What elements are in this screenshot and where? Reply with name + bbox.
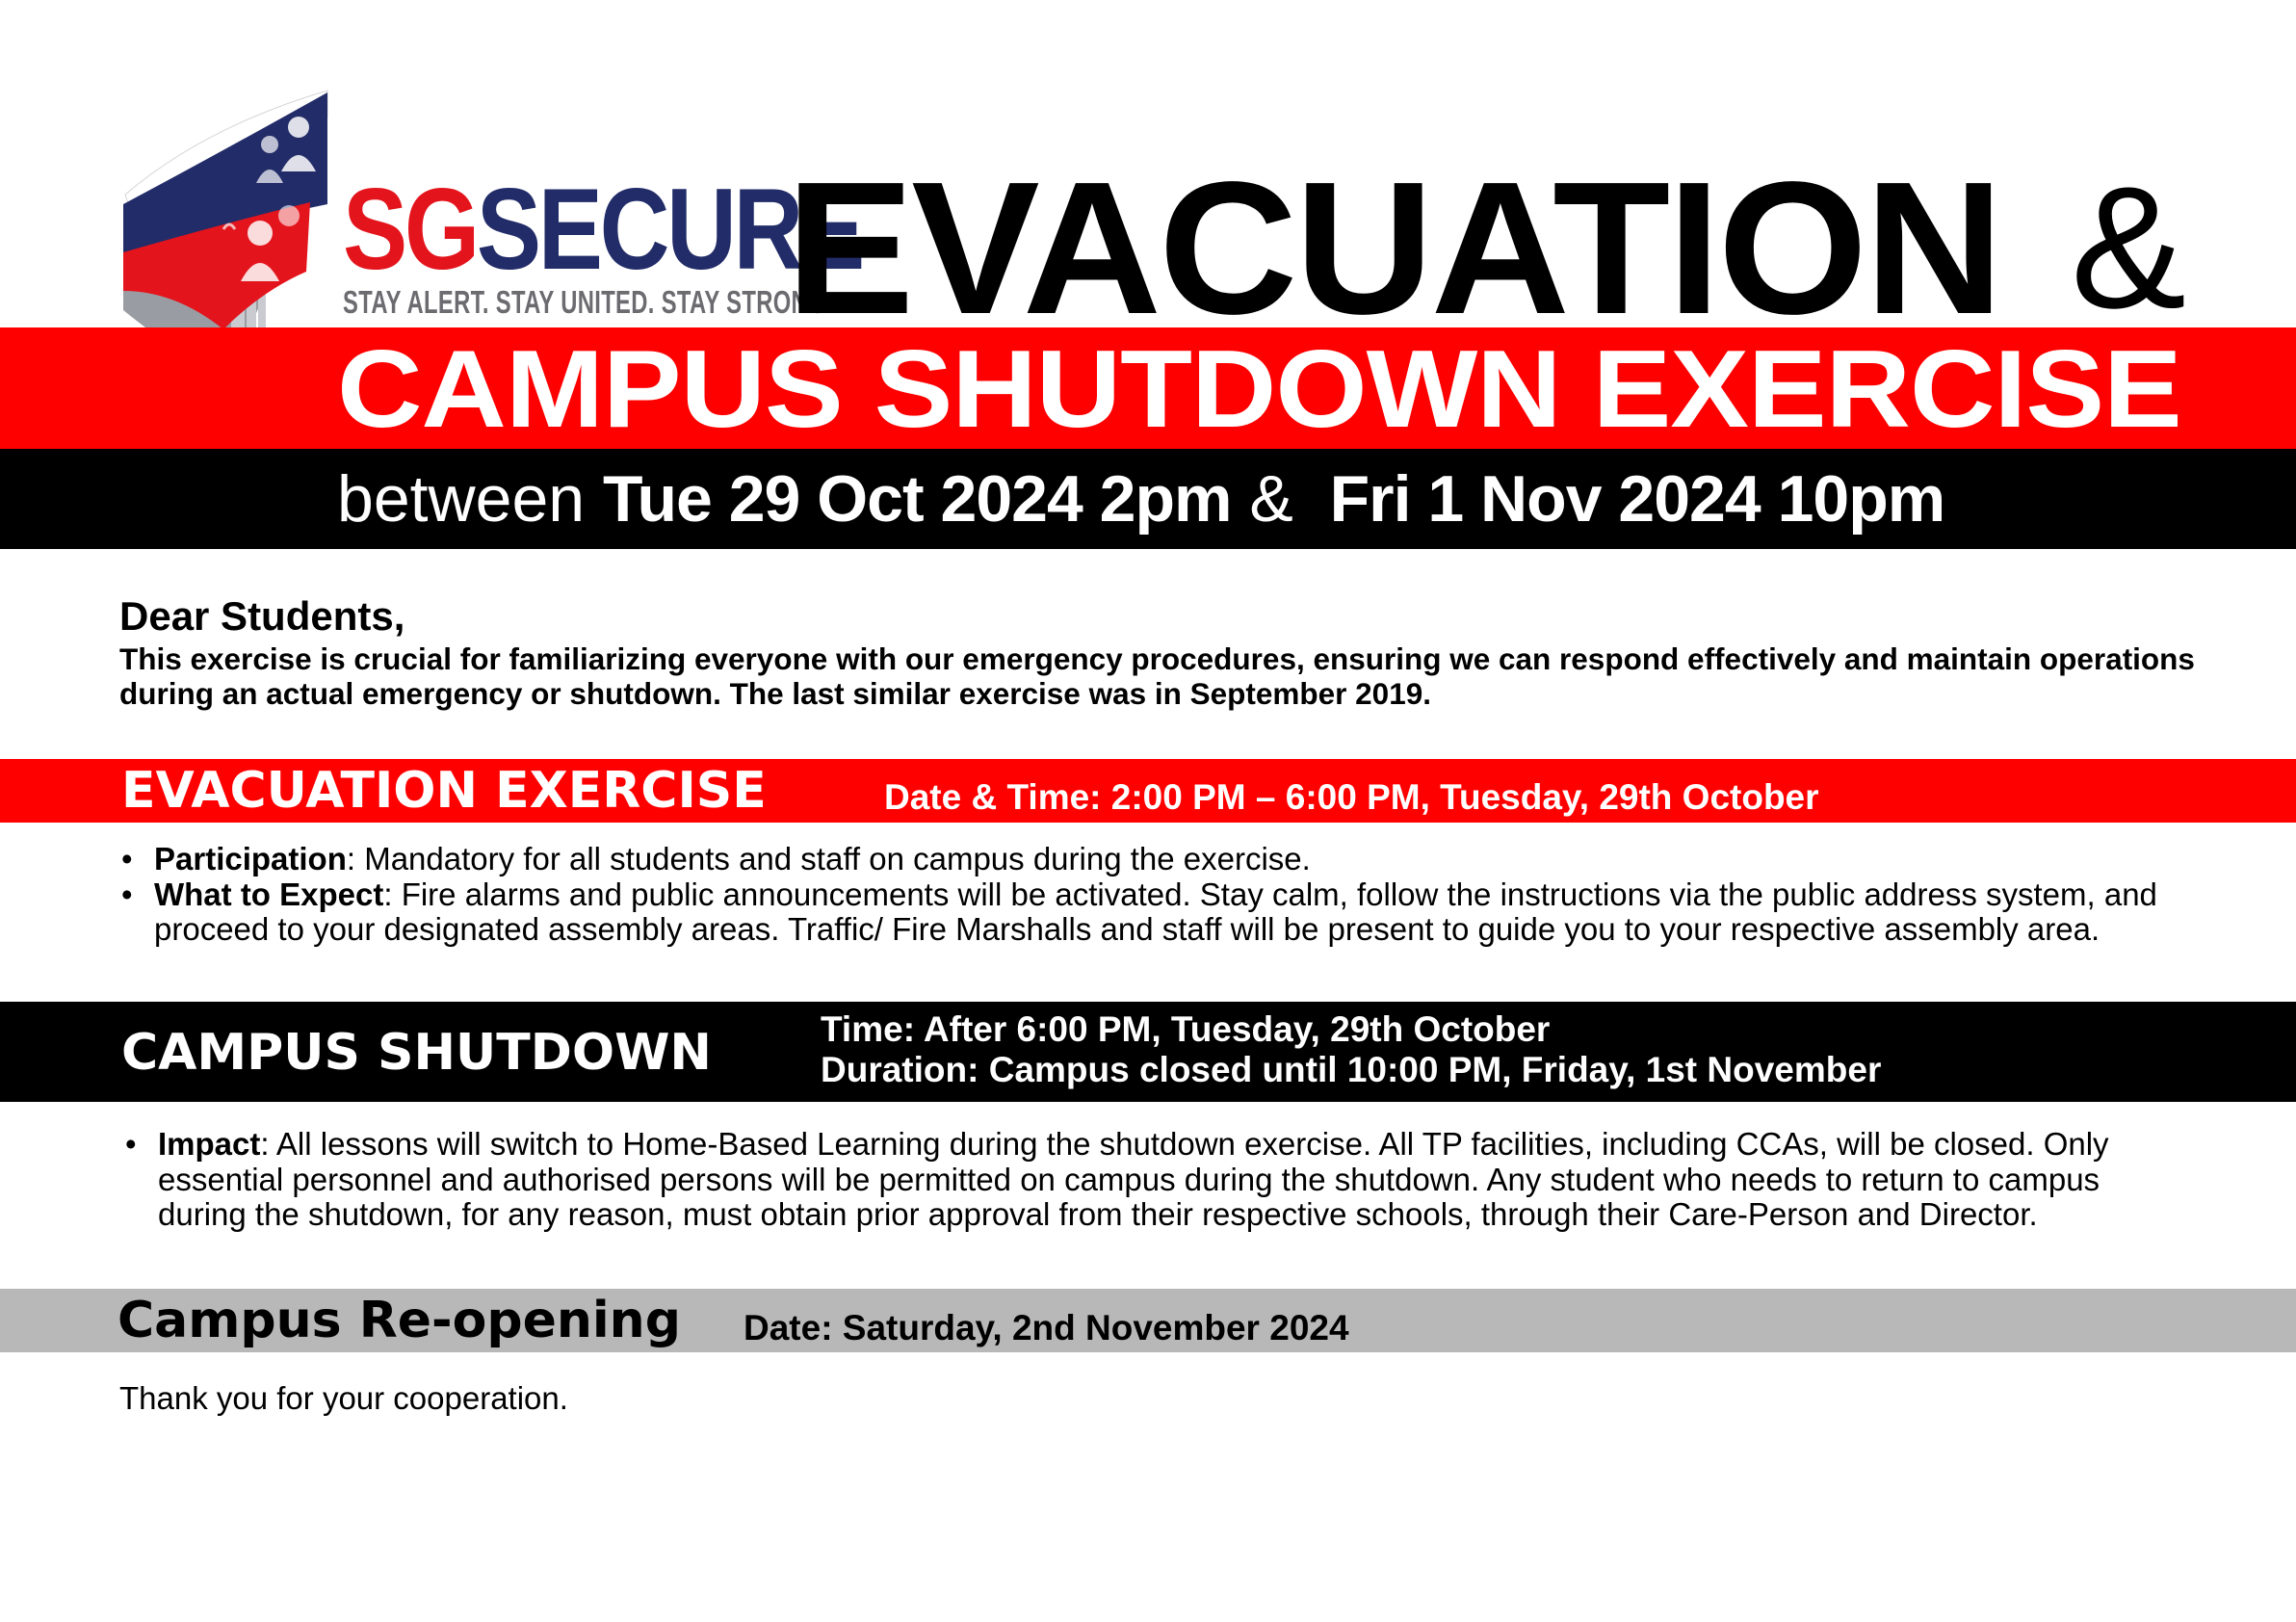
brand-sg: SG bbox=[343, 165, 480, 294]
exercise-date-range: between Tue 29 Oct 2024 2pm & Fri 1 Nov … bbox=[337, 460, 1946, 537]
list-item-text: : All lessons will switch to Home-Based … bbox=[158, 1126, 2109, 1232]
closing-note: Thank you for your cooperation. bbox=[119, 1380, 568, 1416]
intro-paragraph: This exercise is crucial for familiarizi… bbox=[119, 641, 2195, 711]
list-item-text: : Mandatory for all students and staff o… bbox=[346, 841, 1311, 876]
list-item-participation: Participation: Mandatory for all student… bbox=[119, 841, 2190, 877]
date-joiner: & bbox=[1249, 462, 1293, 536]
reopening-section-title: Campus Re-opening bbox=[117, 1292, 681, 1349]
evacuation-section-title: EVACUATION EXERCISE bbox=[121, 762, 767, 820]
list-item-what-to-expect: What to Expect: Fire alarms and public a… bbox=[119, 876, 2190, 948]
sgsecure-wordmark: SGSECURE bbox=[343, 171, 865, 287]
list-item-label: Impact bbox=[158, 1126, 261, 1162]
evacuation-details-list: Participation: Mandatory for all student… bbox=[119, 841, 2190, 948]
shutdown-schedule: Time: After 6:00 PM, Tuesday, 29th Octob… bbox=[821, 1009, 1881, 1090]
list-item-label: Participation bbox=[154, 841, 347, 876]
shutdown-time: Time: After 6:00 PM, Tuesday, 29th Octob… bbox=[821, 1009, 1551, 1049]
headline-evacuation: EVACUATION bbox=[786, 143, 2004, 353]
reopening-date: Date: Saturday, 2nd November 2024 bbox=[744, 1308, 1349, 1347]
list-item-text: : Fire alarms and public announcements w… bbox=[154, 876, 2157, 947]
greeting: Dear Students, bbox=[119, 593, 405, 639]
date-end: Fri 1 Nov 2024 10pm bbox=[1329, 462, 1946, 536]
shutdown-details-list: Impact: All lessons will switch to Home-… bbox=[123, 1126, 2194, 1233]
list-item-impact: Impact: All lessons will switch to Home-… bbox=[123, 1126, 2194, 1233]
date-start: Tue 29 Oct 2024 2pm bbox=[603, 462, 1232, 536]
date-prefix: between bbox=[337, 462, 586, 536]
headline-ampersand: & bbox=[2071, 151, 2187, 345]
headline-campus-shutdown: CAMPUS SHUTDOWN EXERCISE bbox=[337, 328, 2182, 451]
shutdown-section-title: CAMPUS SHUTDOWN bbox=[121, 1024, 712, 1082]
list-item-label: What to Expect bbox=[154, 876, 384, 912]
logo-tagline: STAY ALERT. STAY UNITED. STAY STRONG. bbox=[343, 284, 833, 320]
shutdown-duration: Duration: Campus closed until 10:00 PM, … bbox=[821, 1050, 1882, 1089]
evacuation-datetime: Date & Time: 2:00 PM – 6:00 PM, Tuesday,… bbox=[884, 777, 1819, 817]
